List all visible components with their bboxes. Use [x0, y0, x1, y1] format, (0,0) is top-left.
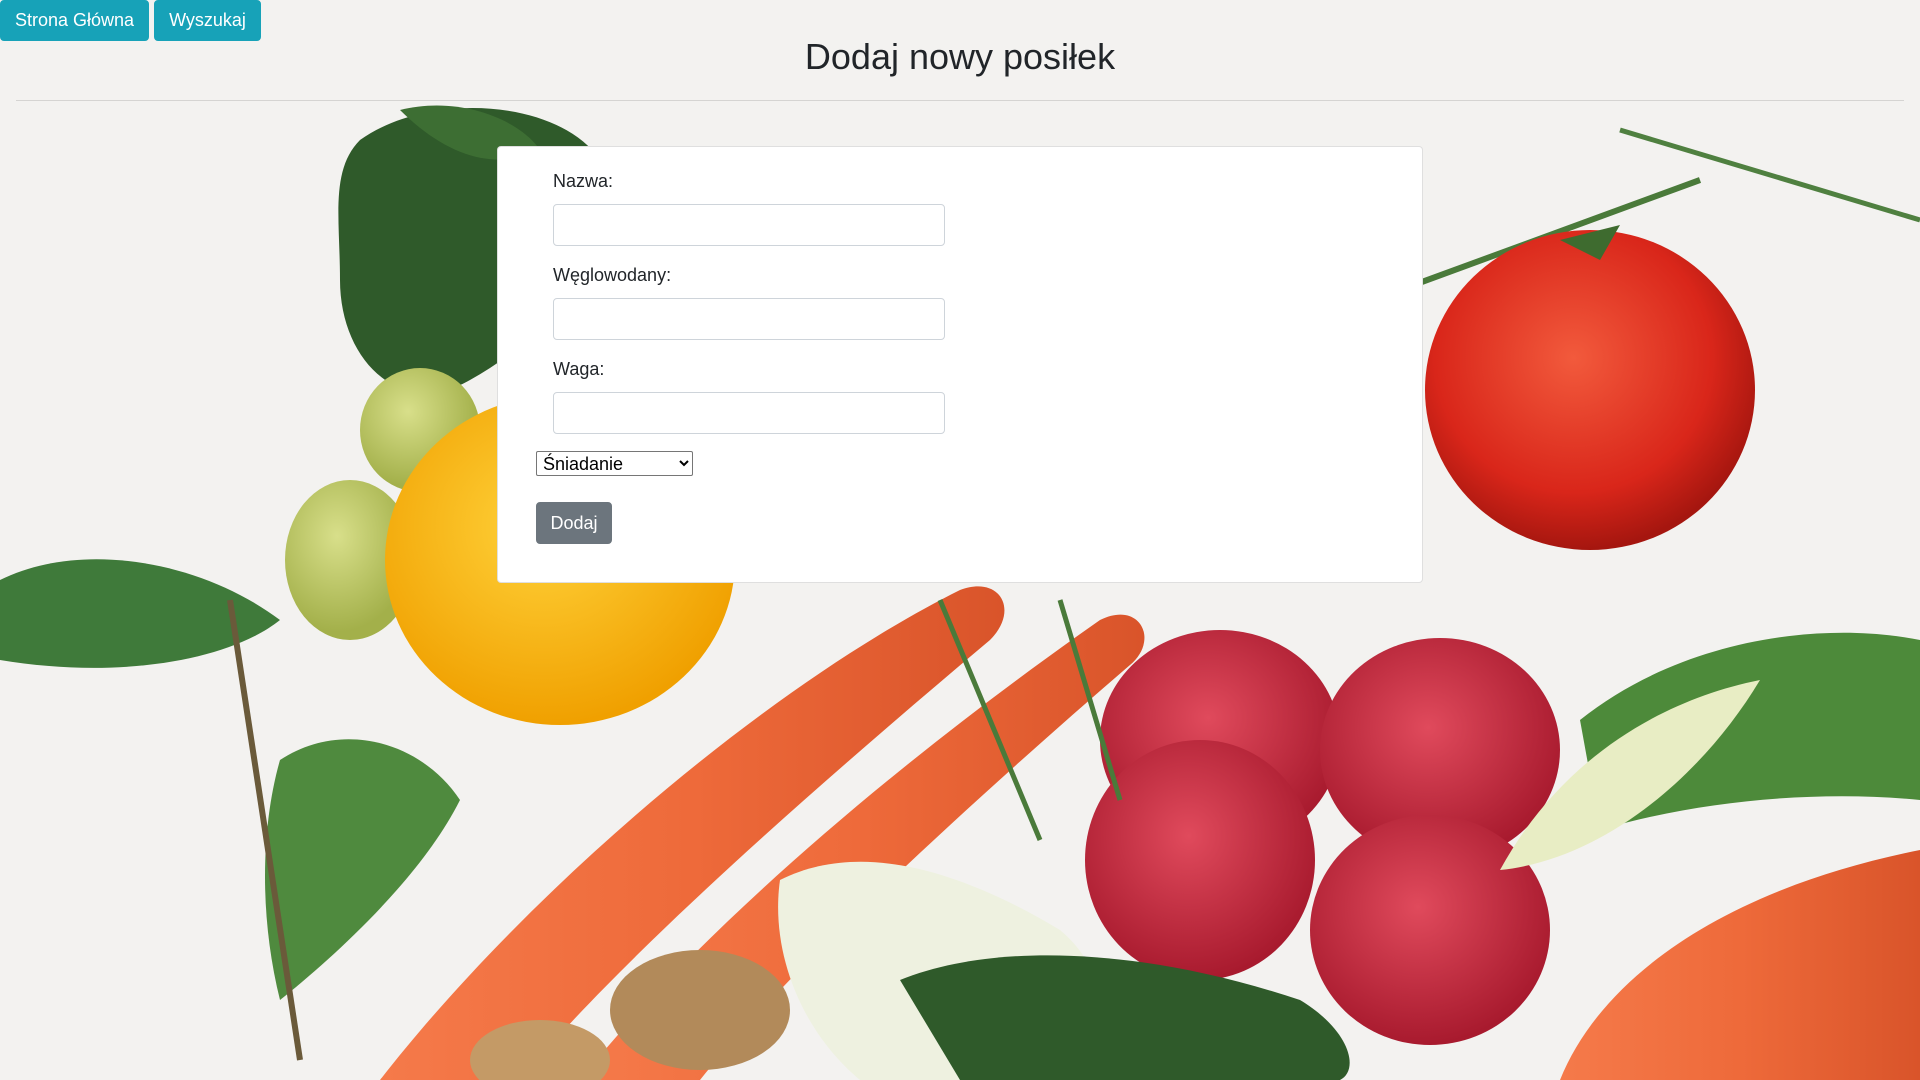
meal-type-select[interactable]: Śniadanie [536, 451, 693, 476]
carbs-input[interactable] [553, 298, 945, 340]
name-label: Nazwa: [553, 171, 614, 191]
title-divider [16, 100, 1904, 101]
top-navigation: Strona Główna Wyszukaj [0, 0, 261, 41]
home-button[interactable]: Strona Główna [0, 0, 150, 41]
page-title: Dodaj nowy posiłek [804, 36, 1116, 77]
name-input[interactable] [553, 204, 945, 246]
weight-label: Waga: [553, 359, 605, 379]
add-meal-form-card: Nazwa: Węglowodany: Waga: Śniadanie Doda… [497, 146, 1423, 583]
weight-input[interactable] [553, 392, 945, 434]
search-button[interactable]: Wyszukaj [154, 0, 261, 41]
carbs-label: Węglowodany: [553, 265, 672, 285]
add-button[interactable]: Dodaj [536, 502, 612, 544]
